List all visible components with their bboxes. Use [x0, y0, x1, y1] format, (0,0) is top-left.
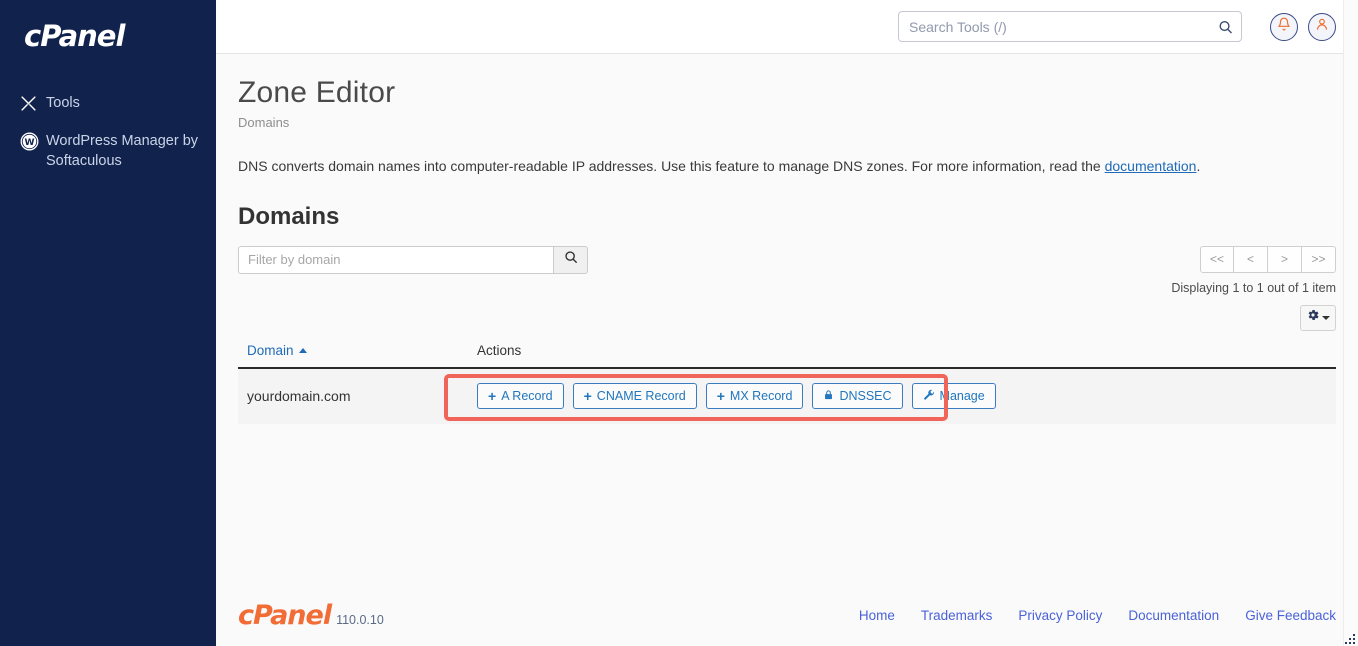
chevron-down-icon: [1322, 315, 1330, 320]
footer-link-give-feedback[interactable]: Give Feedback: [1245, 608, 1336, 623]
manage-button[interactable]: Manage: [911, 383, 996, 410]
footer-link-documentation[interactable]: Documentation: [1128, 608, 1219, 623]
filter-search-button[interactable]: [553, 245, 588, 274]
sidebar-item-label-tools: Tools: [46, 95, 80, 111]
pagination-prev-button[interactable]: <: [1234, 245, 1268, 273]
sidebar-item-tools[interactable]: Tools: [0, 84, 216, 122]
sidebar-nav: Tools W WordPress Manager by Softaculous: [0, 84, 216, 180]
sidebar: cPanel Tools W WordPress Manager by Soft…: [0, 0, 216, 646]
user-icon: [1315, 17, 1329, 36]
domains-toolbar: << < > >> Displaying 1 to 1 out of 1 ite…: [238, 245, 1336, 295]
wordpress-icon: W: [20, 131, 46, 151]
table-settings-button[interactable]: [1300, 304, 1336, 331]
column-header-actions: Actions: [468, 338, 1336, 369]
pagination-next-button[interactable]: >: [1268, 245, 1302, 273]
bell-icon: [1277, 17, 1291, 36]
sidebar-item-wordpress-manager[interactable]: W WordPress Manager by Softaculous: [0, 122, 216, 180]
svg-text:W: W: [24, 138, 34, 148]
tools-icon: [20, 93, 46, 113]
top-header: [216, 0, 1358, 54]
table-row: yourdomain.com + A Record + CNAME Record: [238, 367, 1336, 424]
table-head: Domain Actions: [238, 338, 1336, 369]
intro-paragraph: DNS converts domain names into computer-…: [238, 156, 1336, 176]
plus-icon: +: [583, 388, 592, 405]
search-icon: [564, 250, 578, 269]
action-buttons-group: + A Record + CNAME Record + MX Record DN…: [477, 383, 1336, 410]
chevron-up-icon: [298, 347, 307, 353]
cpanel-app: cPanel Tools W WordPress Manager by Soft…: [0, 0, 1358, 646]
filter-by-domain-input[interactable]: [238, 245, 553, 274]
gear-icon: [1306, 308, 1320, 327]
resize-grip[interactable]: [1344, 632, 1357, 645]
page-title: Zone Editor: [238, 76, 396, 109]
displaying-count-text: Displaying 1 to 1 out of 1 item: [1171, 280, 1336, 295]
lock-icon: [823, 389, 834, 404]
pagination-last-button[interactable]: >>: [1302, 245, 1336, 273]
manage-label: Manage: [939, 389, 985, 404]
cpanel-footer-logo: cPanel: [238, 599, 332, 631]
breadcrumb: Domains: [238, 114, 290, 130]
plus-icon: +: [716, 388, 725, 405]
cell-actions: + A Record + CNAME Record + MX Record DN…: [468, 367, 1336, 424]
plus-icon: +: [488, 388, 497, 405]
table-header-row: Domain Actions: [238, 338, 1336, 369]
page-header: Zone Editor Domains: [238, 54, 1336, 130]
column-label-domain: Domain: [247, 342, 294, 358]
page-content: Zone Editor Domains DNS converts domain …: [216, 54, 1358, 584]
dnssec-label: DNSSEC: [839, 389, 892, 404]
cell-domain: yourdomain.com: [238, 367, 468, 424]
sort-domain-link[interactable]: Domain: [247, 343, 307, 358]
table-body: yourdomain.com + A Record + CNAME Record: [238, 367, 1336, 424]
sidebar-item-label-wordpress-manager: WordPress Manager by Softaculous: [46, 133, 199, 169]
footer-link-home[interactable]: Home: [859, 608, 895, 623]
documentation-link[interactable]: documentation: [1105, 158, 1197, 174]
pagination: << < > >>: [1171, 245, 1336, 273]
add-mx-record-label: MX Record: [729, 389, 793, 404]
add-a-record-button[interactable]: + A Record: [477, 383, 564, 410]
footer-links: Home Trademarks Privacy Policy Documenta…: [859, 608, 1336, 623]
dnssec-button[interactable]: DNSSEC: [812, 383, 903, 410]
add-mx-record-button[interactable]: + MX Record: [705, 383, 804, 410]
footer-link-privacy-policy[interactable]: Privacy Policy: [1018, 608, 1102, 623]
vertical-scrollbar[interactable]: [1343, 0, 1358, 646]
version-text: 110.0.10: [336, 612, 384, 627]
page-footer: cPanel 110.0.10 Home Trademarks Privacy …: [216, 584, 1358, 646]
notifications-button[interactable]: [1270, 12, 1298, 41]
sidebar-brand[interactable]: cPanel: [0, 0, 216, 72]
account-button[interactable]: [1308, 12, 1336, 41]
intro-tail: .: [1196, 157, 1201, 174]
add-cname-record-label: CNAME Record: [596, 389, 686, 404]
domains-table: Domain Actions yourdomain.com + A Record…: [238, 338, 1336, 424]
footer-link-trademarks[interactable]: Trademarks: [921, 608, 993, 623]
table-settings-row: [238, 304, 1336, 331]
pagination-area: << < > >> Displaying 1 to 1 out of 1 ite…: [1171, 245, 1336, 295]
add-a-record-label: A Record: [501, 389, 553, 404]
pagination-first-button[interactable]: <<: [1200, 245, 1234, 273]
search-input[interactable]: [898, 11, 1242, 42]
main-region: Zone Editor Domains DNS converts domain …: [216, 0, 1358, 646]
cpanel-logo: cPanel: [24, 19, 125, 53]
column-header-domain: Domain: [238, 338, 468, 369]
add-cname-record-button[interactable]: + CNAME Record: [572, 383, 697, 410]
search-tools-wrapper: [898, 11, 1242, 42]
filter-group: [238, 245, 588, 274]
intro-text: DNS converts domain names into computer-…: [238, 157, 1105, 174]
footer-brand: cPanel 110.0.10: [238, 602, 384, 629]
domains-heading: Domains: [238, 202, 340, 230]
wrench-icon: [923, 389, 935, 404]
